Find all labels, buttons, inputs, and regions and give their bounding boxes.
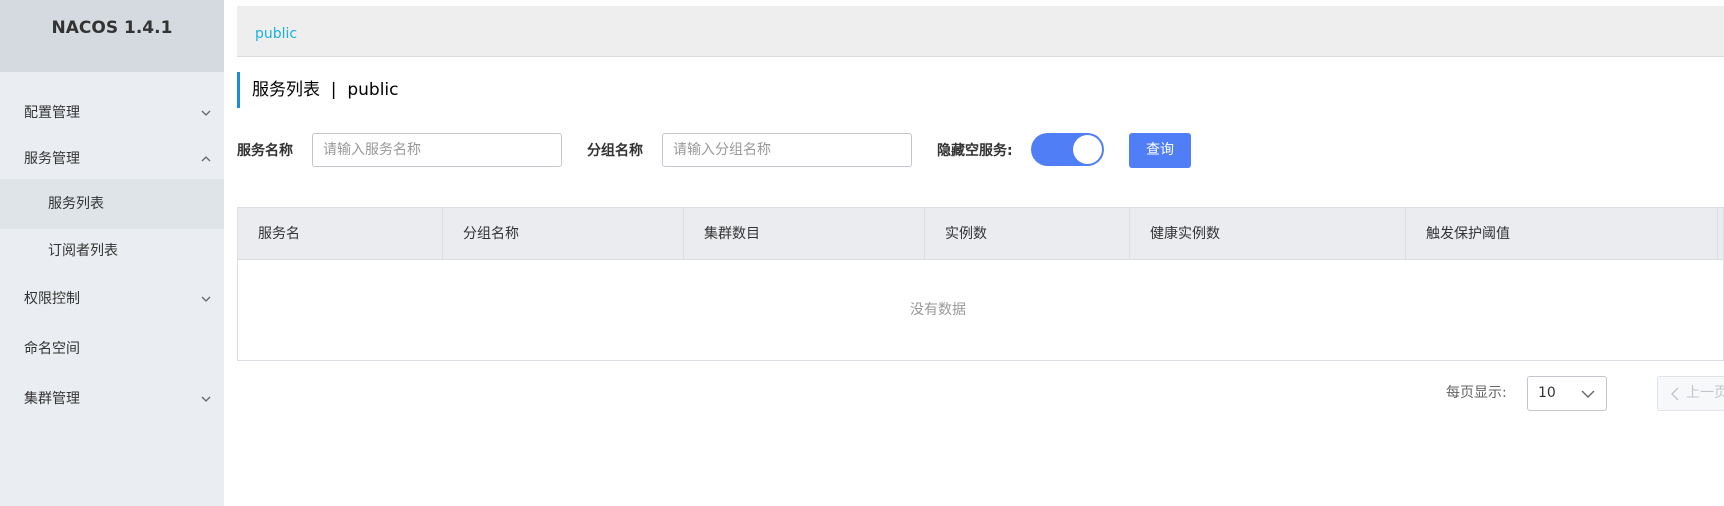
page-size-label: 每页显示: xyxy=(1446,385,1507,401)
chevron-down-icon xyxy=(201,396,211,402)
sidebar-item-label: 命名空间 xyxy=(24,341,80,357)
sidebar: NACOS 1.4.1 配置管理 服务管理 服务列表 订阅者列表 权限控制 命名… xyxy=(0,0,224,506)
sidebar-item-label: 权限控制 xyxy=(24,291,80,307)
chevron-left-icon xyxy=(1671,387,1679,401)
chevron-down-icon xyxy=(201,296,211,302)
prev-page-button[interactable]: 上一页 xyxy=(1657,376,1724,411)
query-button[interactable]: 查询 xyxy=(1129,133,1191,168)
sidebar-item-service-list[interactable]: 服务列表 xyxy=(0,179,224,229)
column-header-service-name[interactable]: 服务名 xyxy=(238,208,443,260)
service-name-input[interactable] xyxy=(312,133,562,167)
chevron-up-icon xyxy=(201,156,211,162)
sidebar-item-auth[interactable]: 权限控制 xyxy=(0,274,224,324)
prev-page-label: 上一页 xyxy=(1686,385,1724,401)
sidebar-item-service[interactable]: 服务管理 xyxy=(0,134,224,184)
empty-state-text: 没有数据 xyxy=(910,302,966,318)
toggle-knob xyxy=(1073,135,1102,164)
column-header-instance-count[interactable]: 实例数 xyxy=(925,208,1130,260)
sidebar-item-cluster[interactable]: 集群管理 xyxy=(0,374,224,424)
sidebar-item-label: 订阅者列表 xyxy=(48,243,118,259)
column-header-protect-threshold[interactable]: 触发保护阈值 xyxy=(1406,208,1718,260)
sidebar-item-label: 服务列表 xyxy=(48,196,104,212)
sidebar-item-label: 配置管理 xyxy=(24,105,80,121)
column-header-group-name[interactable]: 分组名称 xyxy=(443,208,684,260)
sidebar-item-config[interactable]: 配置管理 xyxy=(0,88,224,138)
hide-empty-label: 隐藏空服务: xyxy=(937,143,1013,159)
sidebar-item-label: 服务管理 xyxy=(24,151,80,167)
column-header-healthy-count[interactable]: 健康实例数 xyxy=(1130,208,1406,260)
page-size-value: 10 xyxy=(1538,385,1556,401)
group-name-label: 分组名称 xyxy=(587,143,643,159)
sidebar-item-subscribers[interactable]: 订阅者列表 xyxy=(0,226,224,276)
group-name-input[interactable] xyxy=(662,133,912,167)
table-header: 服务名 分组名称 集群数目 实例数 健康实例数 触发保护阈值 xyxy=(238,208,1723,260)
namespace-link-public[interactable]: public xyxy=(255,6,297,62)
title-accent-bar xyxy=(237,72,240,108)
page-size-select[interactable]: 10 xyxy=(1527,376,1607,411)
namespace-bar: public xyxy=(237,6,1724,57)
column-header-cluster-count[interactable]: 集群数目 xyxy=(684,208,925,260)
chevron-down-icon xyxy=(1581,390,1595,398)
hide-empty-toggle[interactable] xyxy=(1031,133,1104,166)
sidebar-item-namespace[interactable]: 命名空间 xyxy=(0,324,224,374)
service-table: 服务名 分组名称 集群数目 实例数 健康实例数 触发保护阈值 没有数据 xyxy=(237,207,1724,361)
service-name-label: 服务名称 xyxy=(237,143,293,159)
chevron-down-icon xyxy=(201,110,211,116)
page-title: 服务列表 | public xyxy=(252,80,399,100)
brand-logo: NACOS 1.4.1 xyxy=(0,0,224,72)
sidebar-item-label: 集群管理 xyxy=(24,391,80,407)
